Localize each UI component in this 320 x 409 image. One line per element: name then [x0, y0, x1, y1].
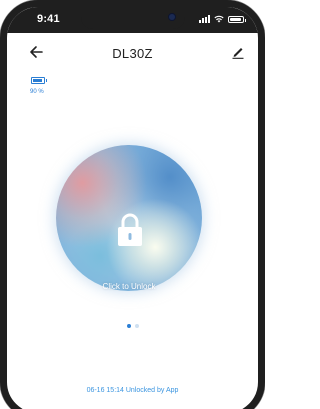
- edit-pen-icon[interactable]: [232, 45, 244, 59]
- unlock-label: Click to Unlock: [102, 282, 156, 291]
- status-battery-icon: [228, 15, 246, 23]
- battery-icon: [31, 77, 47, 84]
- device-frame: 9:41 DL30Z 90 % Click to Unlock 06-16 15…: [0, 0, 265, 409]
- battery-percentage: 90 %: [30, 89, 44, 95]
- last-event-log[interactable]: 06-16 15:14 Unlocked by App: [7, 387, 258, 394]
- front-camera: [169, 14, 175, 20]
- status-time: 9:41: [37, 13, 60, 25]
- page-title: DL30Z: [112, 46, 153, 61]
- status-bar: 9:41: [7, 7, 258, 33]
- pager-dot[interactable]: [134, 324, 139, 328]
- pager-dot[interactable]: [126, 324, 131, 328]
- status-icons: [199, 15, 246, 23]
- lock-icon: [118, 213, 142, 246]
- unlock-button[interactable]: Click to Unlock: [56, 145, 202, 291]
- wifi-icon: [214, 15, 224, 23]
- signal-icon: [199, 15, 210, 23]
- pager-dots: [7, 324, 258, 328]
- app-screen: 9:41 DL30Z 90 % Click to Unlock 06-16 15…: [7, 7, 258, 409]
